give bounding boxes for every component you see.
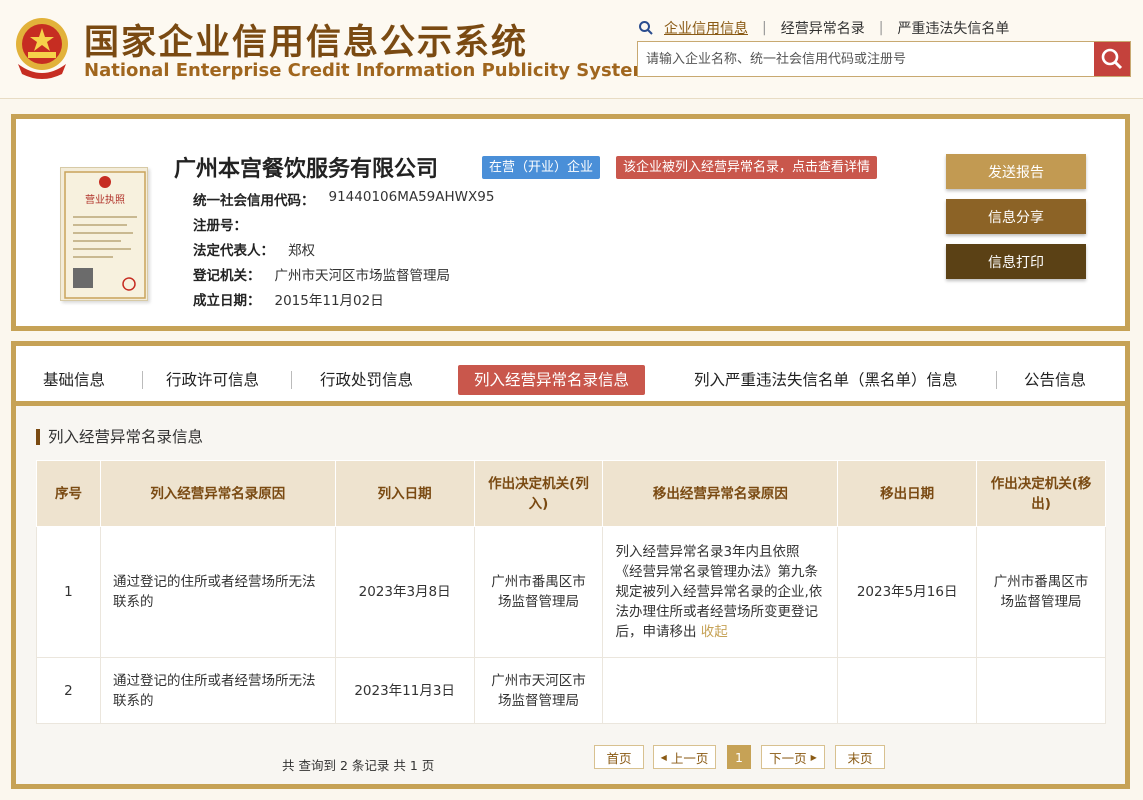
pager-prev-button[interactable]: ◀ 上一页	[653, 745, 716, 769]
site-title: 国家企业信用信息公示系统	[84, 23, 529, 63]
search-button[interactable]	[1094, 42, 1130, 76]
field-established-date: 成立日期： 2015年11月02日	[193, 289, 384, 309]
share-info-button[interactable]: 信息分享	[946, 199, 1086, 234]
top-nav: 企业信用信息 | 经营异常名录 | 严重违法失信名单	[638, 18, 1009, 38]
tab-divider	[291, 371, 292, 389]
tab-admin-penalty[interactable]: 行政处罚信息	[320, 365, 413, 395]
send-report-button[interactable]: 发送报告	[946, 154, 1086, 189]
pager-first-button[interactable]: 首页	[594, 745, 644, 769]
chevron-right-icon: ▶	[810, 752, 817, 762]
column-header: 移出经营异常名录原因	[602, 460, 839, 527]
chevron-left-icon: ◀	[660, 752, 667, 762]
tab-abnormal-list[interactable]: 列入经营异常名录信息	[458, 365, 646, 395]
section-title: 列入经营异常名录信息	[36, 429, 203, 445]
field-registration-no: 注册号：	[193, 214, 261, 234]
site-title-en: National Enterprise Credit Information P…	[84, 60, 652, 81]
pager-last-button[interactable]: 末页	[835, 745, 885, 769]
field-label: 统一社会信用代码：	[193, 193, 315, 209]
cell-date-out	[837, 657, 978, 724]
column-header: 列入经营异常名录原因	[99, 460, 336, 527]
nav-enterprise-credit[interactable]: 企业信用信息	[664, 18, 748, 38]
company-card: 营业执照 广州本宫餐饮服务有限公司 在营（开业）企业 该企业被列入经营异常名录，…	[11, 114, 1130, 331]
field-credit-code: 统一社会信用代码： 91440106MA59AHWX95	[193, 189, 494, 209]
column-header: 移出日期	[837, 460, 978, 527]
table-row: 2 通过登记的住所或者经营场所无法联系的 2023年11月3日 广州市天河区市场…	[36, 657, 1106, 724]
tab-bar: 基础信息 行政许可信息 行政处罚信息 列入经营异常名录信息 列入严重违法失信名单…	[16, 346, 1125, 406]
nav-abnormal-list[interactable]: 经营异常名录	[781, 18, 865, 38]
tab-divider	[142, 371, 143, 389]
cell-date-in: 2023年3月8日	[334, 526, 475, 658]
nav-divider: |	[878, 20, 884, 36]
cell-date-in: 2023年11月3日	[334, 657, 475, 724]
field-value: 2015年11月02日	[274, 293, 384, 309]
pager-next-button[interactable]: 下一页 ▶	[761, 745, 825, 769]
cell-org-out: 广州市番禺区市场监督管理局	[976, 526, 1106, 658]
tab-announcements[interactable]: 公告信息	[1024, 365, 1086, 395]
search-bar	[637, 41, 1131, 77]
table-row: 1 通过登记的住所或者经营场所无法联系的 2023年3月8日 广州市番禺区市场监…	[36, 526, 1106, 658]
company-name: 广州本宫餐饮服务有限公司	[174, 157, 439, 182]
pager-current-page[interactable]: 1	[727, 745, 751, 769]
tab-content: 列入经营异常名录信息 序号 列入经营异常名录原因 列入日期 作出决定机关(列入)…	[16, 406, 1125, 784]
tab-blacklist[interactable]: 列入严重违法失信名单（黑名单）信息	[694, 365, 958, 395]
tab-admin-license[interactable]: 行政许可信息	[166, 365, 259, 395]
search-input[interactable]	[638, 42, 1094, 76]
field-label: 法定代表人：	[193, 243, 274, 259]
pager-next-label: 下一页	[769, 750, 807, 766]
nav-blacklist[interactable]: 严重违法失信名单	[897, 18, 1009, 38]
search-icon	[639, 21, 653, 35]
cell-org-out	[976, 657, 1106, 724]
field-registration-authority: 登记机关： 广州市天河区市场监督管理局	[193, 264, 450, 284]
field-value: 郑权	[288, 243, 315, 259]
field-label: 成立日期：	[193, 293, 261, 309]
field-label: 注册号：	[193, 218, 247, 234]
license-label: 营业执照	[85, 193, 125, 206]
cell-no: 1	[36, 526, 101, 658]
print-info-button[interactable]: 信息打印	[946, 244, 1086, 279]
pager-summary: 共 查询到 2 条记录 共 1 页	[282, 758, 435, 773]
field-legal-rep: 法定代表人： 郑权	[193, 239, 315, 259]
column-header: 作出决定机关(列入)	[473, 460, 604, 527]
pager-prev-label: 上一页	[670, 750, 709, 766]
cell-org-in: 广州市番禺区市场监督管理局	[473, 526, 604, 658]
tab-divider	[996, 371, 997, 389]
cell-reason-out: 列入经营异常名录3年内且依照《经营异常名录管理办法》第九条规定被列入经营异常名录…	[602, 526, 839, 658]
national-emblem-icon	[16, 18, 68, 79]
nav-divider: |	[762, 20, 767, 36]
cell-date-out: 2023年5月16日	[837, 526, 978, 658]
search-icon	[1101, 48, 1123, 70]
status-badge: 在营（开业）企业	[482, 156, 601, 179]
license-image-icon: 营业执照	[64, 171, 146, 299]
site-header: 国家企业信用信息公示系统 National Enterprise Credit …	[0, 0, 1143, 99]
cell-reason-in: 通过登记的住所或者经营场所无法联系的	[99, 657, 336, 724]
field-value: 91440106MA59AHWX95	[328, 189, 495, 205]
cell-reason-out	[602, 657, 839, 724]
column-header: 序号	[36, 460, 101, 527]
detail-panel: 基础信息 行政许可信息 行政处罚信息 列入经营异常名录信息 列入严重违法失信名单…	[11, 341, 1130, 789]
cell-org-in: 广州市天河区市场监督管理局	[473, 657, 604, 724]
field-value: 广州市天河区市场监督管理局	[274, 268, 451, 284]
field-label: 登记机关：	[193, 268, 261, 284]
collapse-link[interactable]: 收起	[701, 624, 728, 640]
business-license-thumbnail[interactable]: 营业执照	[60, 167, 148, 301]
table-header-row: 序号 列入经营异常名录原因 列入日期 作出决定机关(列入) 移出经营异常名录原因…	[36, 460, 1106, 527]
abnormal-list-badge[interactable]: 该企业被列入经营异常名录，点击查看详情	[616, 156, 878, 179]
cell-no: 2	[36, 657, 101, 724]
column-header: 列入日期	[334, 460, 475, 527]
tab-basic-info[interactable]: 基础信息	[43, 365, 105, 395]
abnormal-list-table: 序号 列入经营异常名录原因 列入日期 作出决定机关(列入) 移出经营异常名录原因…	[36, 460, 1106, 724]
cell-reason-in: 通过登记的住所或者经营场所无法联系的	[99, 526, 336, 658]
column-header: 作出决定机关(移出)	[976, 460, 1106, 527]
